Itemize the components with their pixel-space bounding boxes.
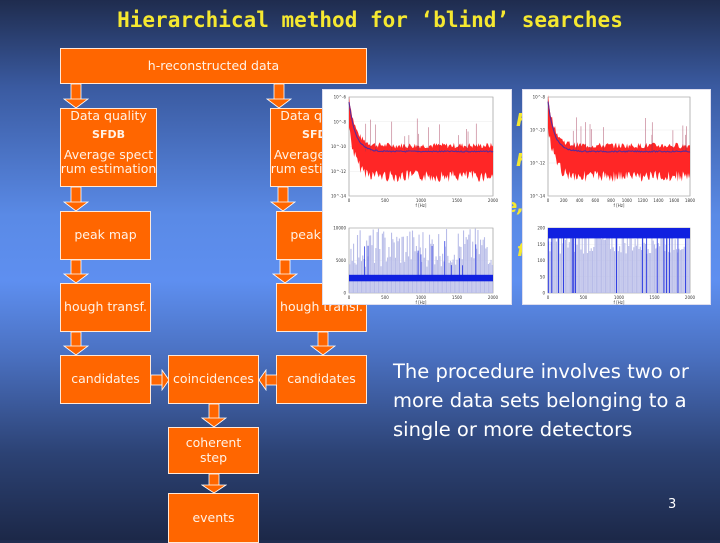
x-tick-label: 1500 [649,295,660,300]
y-tick-label: 10^-10 [331,144,346,149]
x-axis-label: f [Hz] [416,300,427,305]
y-tick-label: 10^-14 [331,194,346,199]
y-tick-label: 5000 [336,258,347,263]
peak-count-band [548,228,690,239]
x-tick-label: 2000 [488,198,499,203]
x-axis-label: f [Hz] [416,203,427,208]
x-tick-label: 1800 [685,198,696,203]
x-axis-label: f [Hz] [614,203,625,208]
x-tick-label: 1200 [638,198,649,203]
y-tick-label: 10^-8 [533,95,546,100]
x-tick-label: 500 [381,198,389,203]
y-tick-label: 10^-10 [530,128,545,133]
x-tick-label: 400 [576,198,584,203]
y-tick-label: 10^-6 [334,95,347,100]
x-tick-label: 0 [547,198,550,203]
y-tick-label: 10^-14 [530,194,545,199]
x-tick-label: 2000 [488,295,499,300]
y-tick-label: 50 [540,274,546,279]
y-tick-label: 10^-8 [334,119,347,124]
x-tick-label: 500 [580,295,588,300]
procedure-description: The procedure involves two or more data … [393,360,689,441]
x-tick-label: 0 [348,198,351,203]
x-tick-label: 1500 [452,295,463,300]
x-tick-label: 1600 [669,198,680,203]
y-tick-label: 10000 [333,226,346,231]
y-tick-label: 10^-12 [530,161,545,166]
y-tick-label: 200 [537,226,545,231]
x-axis-label: f [Hz] [614,300,625,305]
y-tick-label: 0 [343,291,346,296]
x-tick-label: 2000 [685,295,696,300]
x-tick-label: 0 [348,295,351,300]
spectrum-plots: 0 500 1000 1500 2000f [Hz]10^-1410^-1210^-10… [331,95,696,306]
x-tick-label: 500 [381,295,389,300]
y-tick-label: 150 [537,242,545,247]
x-tick-label: 200 [560,198,568,203]
x-tick-label: 1500 [452,198,463,203]
y-tick-label: 10^-12 [331,169,346,174]
page-number: 3 [668,497,677,512]
x-tick-label: 0 [547,295,550,300]
y-tick-label: 100 [537,258,545,263]
y-tick-label: 0 [542,291,545,296]
x-tick-label: 600 [592,198,600,203]
x-tick-label: 1400 [653,198,664,203]
